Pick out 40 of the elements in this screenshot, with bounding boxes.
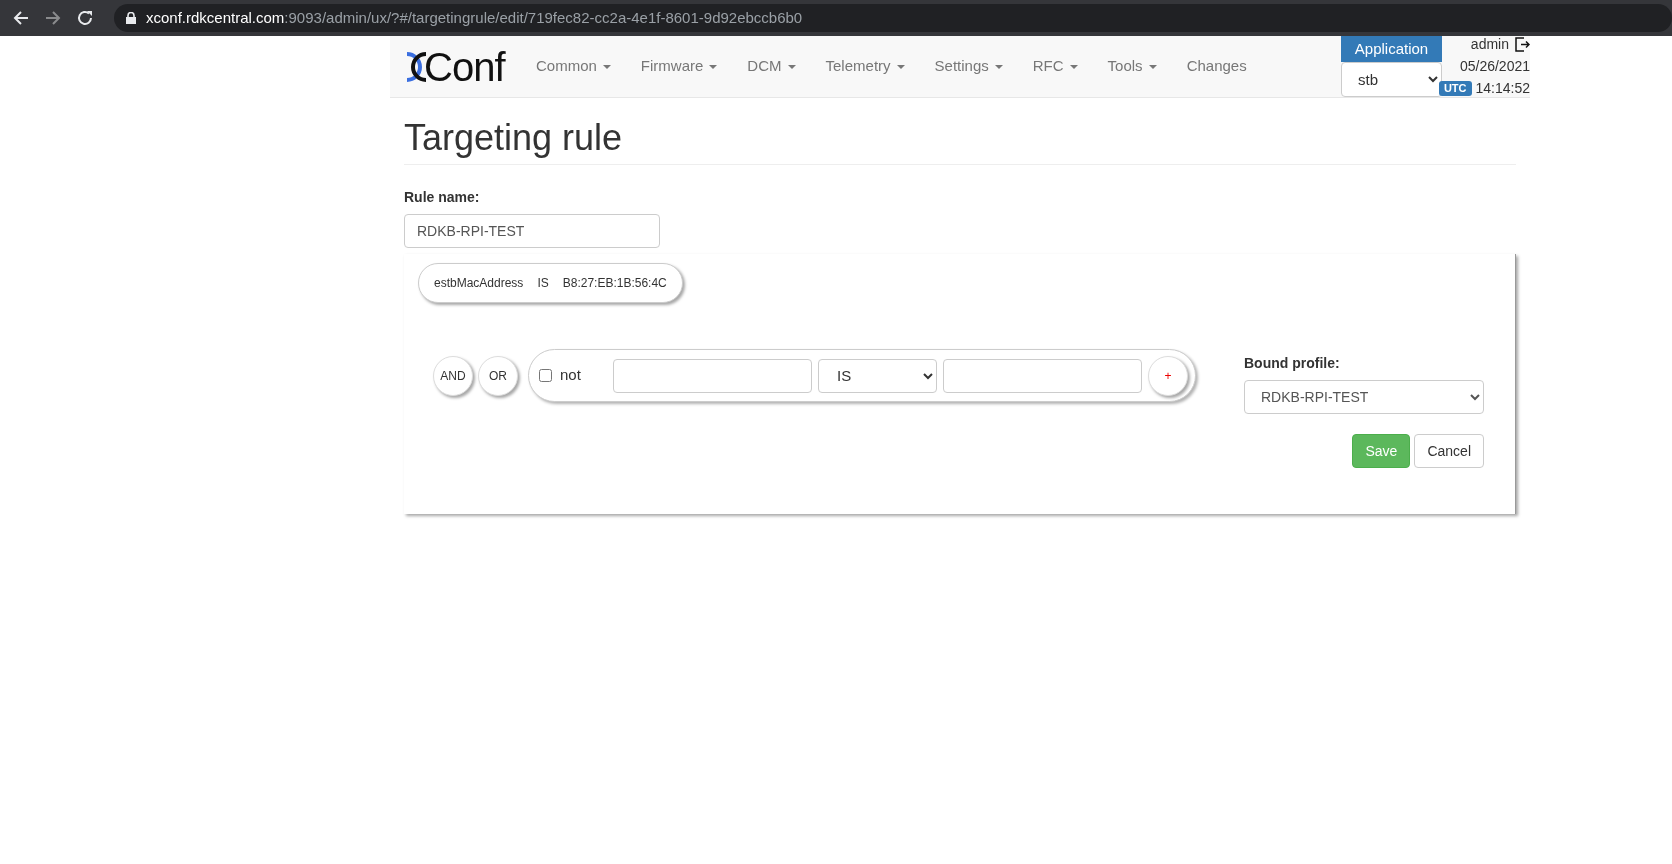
nav-menu-item[interactable]: Tools	[1092, 41, 1172, 92]
logo-text: Conf	[424, 46, 505, 87]
logo-mark-icon	[404, 49, 428, 84]
not-checkbox[interactable]	[539, 369, 552, 382]
add-button[interactable]: +	[1148, 355, 1188, 396]
operator-select[interactable]: IS	[818, 358, 937, 393]
or-button[interactable]: OR	[478, 355, 518, 396]
application-select[interactable]: stb	[1341, 61, 1442, 97]
nav-menu-item[interactable]: Changes	[1171, 41, 1262, 92]
field-input[interactable]	[613, 358, 812, 393]
value-input[interactable]	[943, 358, 1142, 393]
nav-menu-item[interactable]: Firmware	[625, 41, 733, 92]
not-label: not	[560, 365, 581, 386]
nav-menu-item[interactable]: Telemetry	[810, 41, 920, 92]
application-label: Application	[1341, 36, 1442, 62]
page-title: Targeting rule	[404, 116, 624, 160]
lock-icon	[125, 12, 136, 24]
condition-operator: IS	[537, 275, 549, 292]
nav-menu-item[interactable]: Settings	[919, 41, 1018, 92]
address-bar[interactable]: xconf.rdkcentral.com:9093/admin/ux/?#/targetingrule/edit/719fec82-cc2a-4e1f-8601-9d92ebccb6b0	[113, 4, 1672, 32]
back-icon[interactable]	[12, 9, 30, 27]
condition-value: B8:27:EB:1B:56:4C	[562, 275, 667, 292]
bound-profile-select[interactable]: RDKB-RPI-TEST	[1244, 380, 1484, 414]
url-text: xconf.rdkcentral.com:9093/admin/ux/?#/targetingrule/edit/719fec82-cc2a-4e1f-8601-9d92ebccb6b0	[145, 7, 803, 28]
nav-menu-item[interactable]: DCM	[732, 41, 811, 92]
forward-icon[interactable]	[44, 9, 62, 27]
bound-profile-label: Bound profile:	[1244, 354, 1341, 373]
nav-menu-item[interactable]: RFC	[1017, 41, 1093, 92]
time-text: 14:14:52	[1475, 79, 1530, 98]
date-text: 05/26/2021	[1459, 57, 1530, 76]
and-button[interactable]: AND	[433, 355, 473, 396]
reload-icon[interactable]	[75, 9, 94, 27]
logout-icon[interactable]	[1515, 37, 1530, 52]
nav-menu-item[interactable]: Common	[521, 41, 626, 92]
save-button[interactable]: Save	[1352, 434, 1411, 468]
rule-name-label: Rule name:	[404, 188, 481, 207]
username: admin	[1470, 35, 1509, 54]
cancel-button[interactable]: Cancel	[1414, 434, 1484, 468]
rule-name-input[interactable]: RDKB-RPI-TEST	[404, 214, 660, 248]
condition-field: estbMacAddress	[434, 274, 524, 292]
